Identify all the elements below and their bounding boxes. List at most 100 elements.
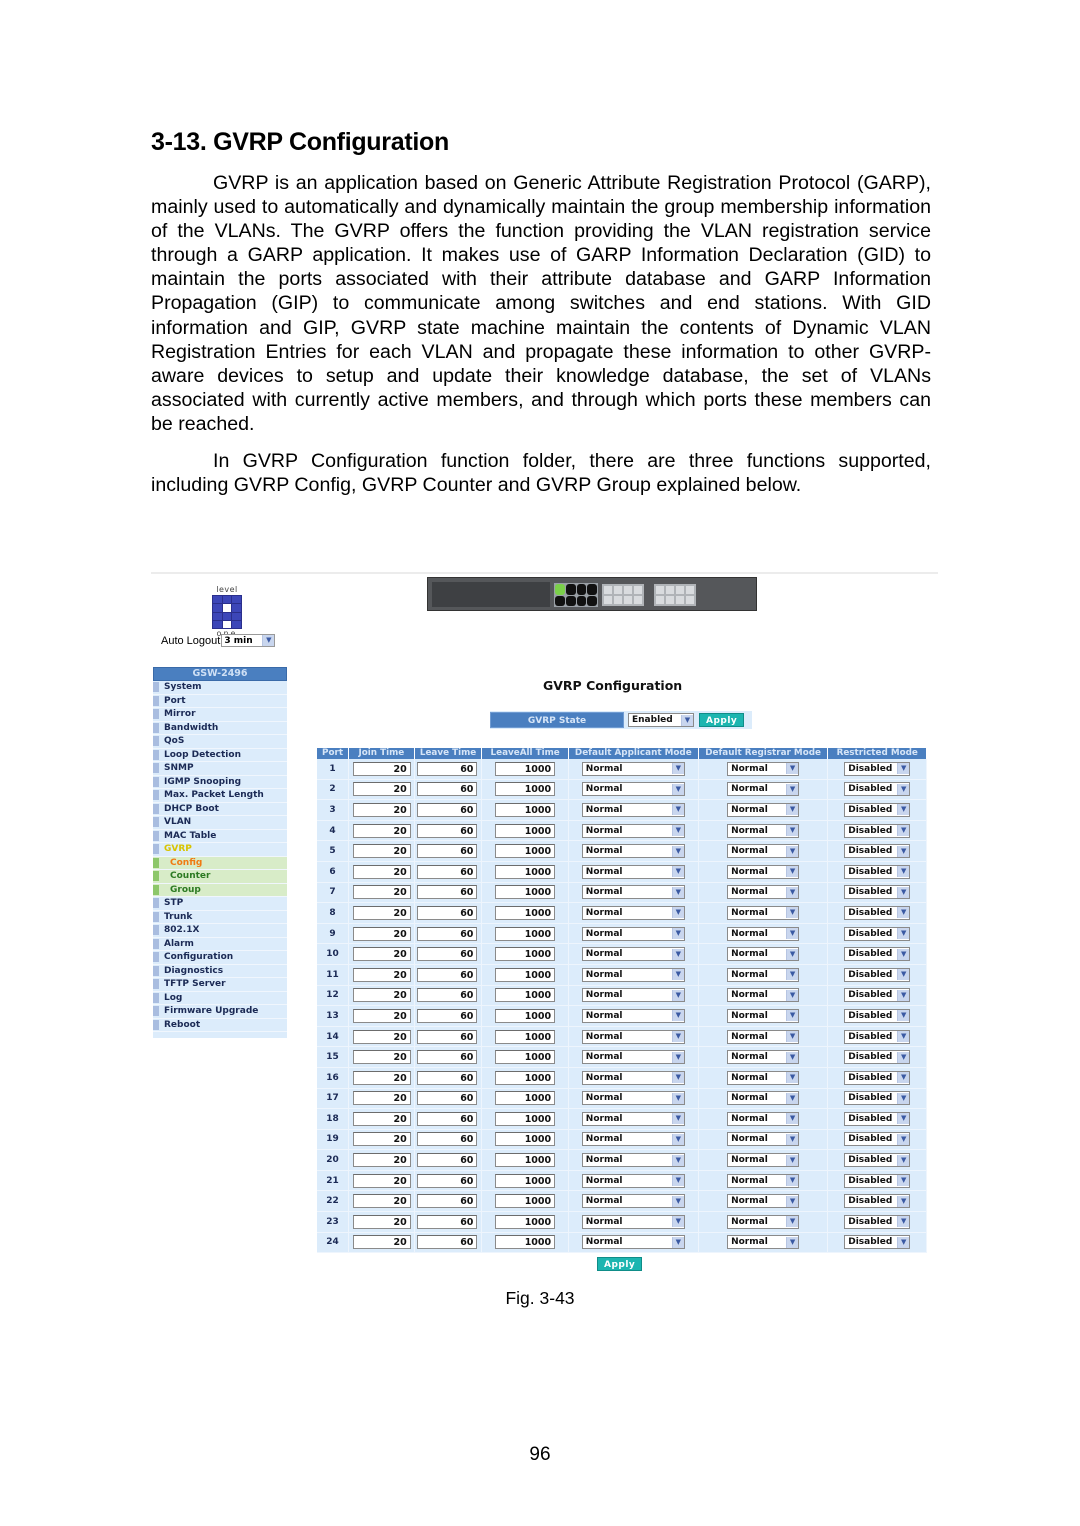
leaveall-time-input[interactable]: 1000	[495, 1194, 556, 1209]
restricted-mode-select[interactable]: Disabled ▼	[844, 802, 911, 817]
sidebar-item-alarm[interactable]: Alarm	[153, 937, 287, 951]
join-time-input[interactable]: 20	[352, 1173, 411, 1188]
applicant-mode-select[interactable]: Normal ▼	[581, 844, 685, 859]
restricted-mode-select[interactable]: Disabled ▼	[844, 947, 911, 962]
registrar-mode-select[interactable]: Normal ▼	[727, 802, 800, 817]
applicant-mode-select[interactable]: Normal ▼	[581, 905, 685, 920]
registrar-mode-select[interactable]: Normal ▼	[727, 1070, 800, 1085]
leave-time-input[interactable]: 60	[417, 1173, 478, 1188]
join-time-input[interactable]: 20	[352, 823, 411, 838]
gvrp-state-apply-button[interactable]: Apply	[699, 713, 745, 727]
applicant-mode-select[interactable]: Normal ▼	[581, 967, 685, 982]
leaveall-time-input[interactable]: 1000	[495, 1070, 556, 1085]
restricted-mode-select[interactable]: Disabled ▼	[844, 1070, 911, 1085]
registrar-mode-select[interactable]: Normal ▼	[727, 1008, 800, 1023]
join-time-input[interactable]: 20	[352, 761, 411, 776]
join-time-input[interactable]: 20	[352, 885, 411, 900]
registrar-mode-select[interactable]: Normal ▼	[727, 1173, 800, 1188]
leave-time-input[interactable]: 60	[417, 947, 478, 962]
sidebar-item-counter[interactable]: Counter	[153, 870, 287, 884]
restricted-mode-select[interactable]: Disabled ▼	[844, 905, 911, 920]
leaveall-time-input[interactable]: 1000	[495, 1111, 556, 1126]
applicant-mode-select[interactable]: Normal ▼	[581, 1132, 685, 1147]
applicant-mode-select[interactable]: Normal ▼	[581, 823, 685, 838]
sidebar-item-tftp-server[interactable]: TFTP Server	[153, 978, 287, 992]
join-time-input[interactable]: 20	[352, 1008, 411, 1023]
sidebar-item-config[interactable]: Config	[153, 856, 287, 870]
sidebar-item-igmp-snooping[interactable]: IGMP Snooping	[153, 775, 287, 789]
leave-time-input[interactable]: 60	[417, 1091, 478, 1106]
leave-time-input[interactable]: 60	[417, 1153, 478, 1168]
sidebar-item-dhcp-boot[interactable]: DHCP Boot	[153, 802, 287, 816]
applicant-mode-select[interactable]: Normal ▼	[581, 885, 685, 900]
restricted-mode-select[interactable]: Disabled ▼	[844, 782, 911, 797]
leaveall-time-input[interactable]: 1000	[495, 1235, 556, 1250]
leaveall-time-input[interactable]: 1000	[495, 947, 556, 962]
restricted-mode-select[interactable]: Disabled ▼	[844, 1153, 911, 1168]
leaveall-time-input[interactable]: 1000	[495, 926, 556, 941]
sidebar-item-gvrp[interactable]: GVRP	[153, 843, 287, 857]
sidebar-item-mirror[interactable]: Mirror	[153, 708, 287, 722]
leaveall-time-input[interactable]: 1000	[495, 885, 556, 900]
restricted-mode-select[interactable]: Disabled ▼	[844, 1194, 911, 1209]
registrar-mode-select[interactable]: Normal ▼	[727, 926, 800, 941]
join-time-input[interactable]: 20	[352, 1111, 411, 1126]
gvrp-state-select[interactable]: Enabled ▼	[628, 713, 694, 727]
applicant-mode-select[interactable]: Normal ▼	[581, 1214, 685, 1229]
auto-logout-select[interactable]: 3 min ▼	[221, 634, 276, 647]
restricted-mode-select[interactable]: Disabled ▼	[844, 885, 911, 900]
restricted-mode-select[interactable]: Disabled ▼	[844, 844, 911, 859]
leaveall-time-input[interactable]: 1000	[495, 1173, 556, 1188]
leave-time-input[interactable]: 60	[417, 1029, 478, 1044]
restricted-mode-select[interactable]: Disabled ▼	[844, 1235, 911, 1250]
sidebar-item-log[interactable]: Log	[153, 991, 287, 1005]
join-time-input[interactable]: 20	[352, 802, 411, 817]
registrar-mode-select[interactable]: Normal ▼	[727, 988, 800, 1003]
leaveall-time-input[interactable]: 1000	[495, 1153, 556, 1168]
leave-time-input[interactable]: 60	[417, 988, 478, 1003]
leaveall-time-input[interactable]: 1000	[495, 802, 556, 817]
registrar-mode-select[interactable]: Normal ▼	[727, 1153, 800, 1168]
join-time-input[interactable]: 20	[352, 1029, 411, 1044]
leaveall-time-input[interactable]: 1000	[495, 844, 556, 859]
leave-time-input[interactable]: 60	[417, 926, 478, 941]
leaveall-time-input[interactable]: 1000	[495, 905, 556, 920]
restricted-mode-select[interactable]: Disabled ▼	[844, 823, 911, 838]
applicant-mode-select[interactable]: Normal ▼	[581, 1153, 685, 1168]
leave-time-input[interactable]: 60	[417, 1214, 478, 1229]
applicant-mode-select[interactable]: Normal ▼	[581, 1029, 685, 1044]
leaveall-time-input[interactable]: 1000	[495, 1029, 556, 1044]
leave-time-input[interactable]: 60	[417, 967, 478, 982]
join-time-input[interactable]: 20	[352, 1235, 411, 1250]
join-time-input[interactable]: 20	[352, 1091, 411, 1106]
registrar-mode-select[interactable]: Normal ▼	[727, 1235, 800, 1250]
applicant-mode-select[interactable]: Normal ▼	[581, 1050, 685, 1065]
restricted-mode-select[interactable]: Disabled ▼	[844, 1111, 911, 1126]
leave-time-input[interactable]: 60	[417, 1132, 478, 1147]
registrar-mode-select[interactable]: Normal ▼	[727, 761, 800, 776]
leaveall-time-input[interactable]: 1000	[495, 864, 556, 879]
leave-time-input[interactable]: 60	[417, 844, 478, 859]
leave-time-input[interactable]: 60	[417, 1235, 478, 1250]
leave-time-input[interactable]: 60	[417, 761, 478, 776]
sidebar-item-port[interactable]: Port	[153, 694, 287, 708]
leaveall-time-input[interactable]: 1000	[495, 782, 556, 797]
leaveall-time-input[interactable]: 1000	[495, 1091, 556, 1106]
restricted-mode-select[interactable]: Disabled ▼	[844, 1029, 911, 1044]
join-time-input[interactable]: 20	[352, 905, 411, 920]
leave-time-input[interactable]: 60	[417, 782, 478, 797]
leave-time-input[interactable]: 60	[417, 1194, 478, 1209]
leave-time-input[interactable]: 60	[417, 905, 478, 920]
applicant-mode-select[interactable]: Normal ▼	[581, 1091, 685, 1106]
applicant-mode-select[interactable]: Normal ▼	[581, 761, 685, 776]
sidebar-item-firmware-upgrade[interactable]: Firmware Upgrade	[153, 1005, 287, 1019]
registrar-mode-select[interactable]: Normal ▼	[727, 1050, 800, 1065]
applicant-mode-select[interactable]: Normal ▼	[581, 782, 685, 797]
join-time-input[interactable]: 20	[352, 1214, 411, 1229]
sidebar-item-loop-detection[interactable]: Loop Detection	[153, 748, 287, 762]
join-time-input[interactable]: 20	[352, 947, 411, 962]
restricted-mode-select[interactable]: Disabled ▼	[844, 1132, 911, 1147]
sidebar-item-group[interactable]: Group	[153, 883, 287, 897]
sidebar-item-mac-table[interactable]: MAC Table	[153, 829, 287, 843]
registrar-mode-select[interactable]: Normal ▼	[727, 782, 800, 797]
